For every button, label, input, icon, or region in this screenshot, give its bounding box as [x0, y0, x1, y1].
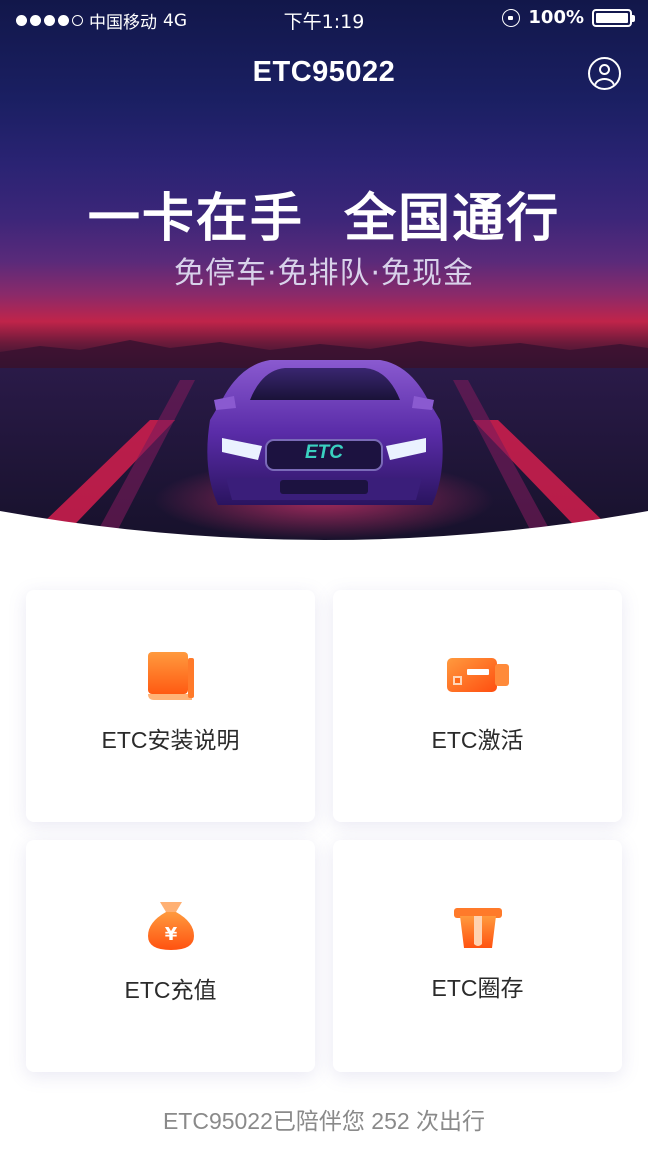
hero-subline: 免停车·免排队·免现金	[173, 256, 475, 291]
card-label: ETC充值	[124, 977, 217, 1003]
battery-group: 100%	[502, 7, 635, 28]
money-bag-icon: ¥	[147, 902, 194, 950]
battery-icon	[592, 8, 635, 27]
card-install-guide[interactable]: ETC安装说明	[26, 590, 315, 822]
card-label: ETC安装说明	[101, 727, 240, 753]
rotation-lock-icon	[502, 8, 521, 27]
battery-percent: 100%	[528, 7, 584, 28]
status-bar: 中国移动 4G 下午1:19 100%	[0, 0, 648, 36]
etc-device-icon	[446, 658, 509, 692]
trip-count-text: ETC95022已陪伴您 252 次出行	[162, 1108, 486, 1134]
card-slot-icon	[453, 908, 502, 948]
svg-text:¥: ¥	[164, 924, 177, 945]
card-recharge[interactable]: ¥ ETC充值	[26, 840, 315, 1072]
car-plate-text: ETC	[305, 442, 343, 463]
card-label: ETC圈存	[431, 975, 524, 1001]
hero-banner: 中国移动 4G 下午1:19 100% ETC95022 一卡在手 全国通行 免…	[0, 0, 648, 545]
page-title: ETC95022	[252, 56, 396, 88]
card-loadstore[interactable]: ETC圈存	[333, 840, 622, 1072]
hero-headline: 一卡在手 全国通行	[87, 189, 561, 249]
card-label: ETC激活	[431, 727, 524, 753]
book-icon	[147, 652, 194, 700]
user-circle-icon[interactable]	[588, 57, 621, 90]
card-activate[interactable]: ETC激活	[333, 590, 622, 822]
hero-curve-divider	[0, 511, 648, 545]
